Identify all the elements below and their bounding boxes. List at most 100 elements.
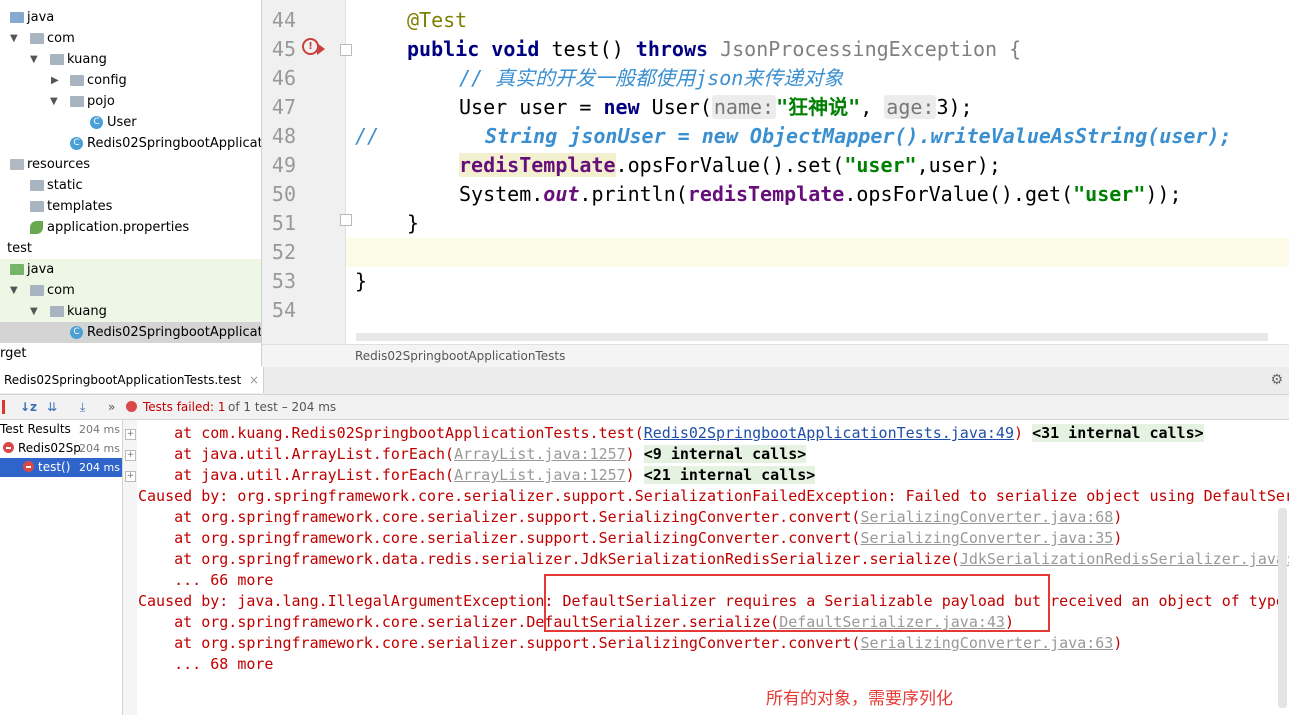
stack-frame-text: ) <box>1113 508 1123 526</box>
close-icon[interactable]: × <box>249 373 259 387</box>
keyword: void <box>491 37 540 61</box>
tree-item-test-com[interactable]: ▼ com <box>0 280 261 301</box>
gear-icon[interactable]: ⚙ <box>1270 367 1283 394</box>
console-line: at org.springframework.core.serializer.s… <box>138 528 1122 549</box>
code-line-53: } <box>355 269 368 293</box>
tree-item-test-kuang[interactable]: ▼ kuang <box>0 301 261 322</box>
tree-item-test[interactable]: test <box>0 238 261 259</box>
expand-icon[interactable]: + <box>125 471 136 482</box>
test-results-root[interactable]: Test Results 204 ms <box>0 420 122 439</box>
code-line-51: } <box>407 211 420 235</box>
chevron-down-icon[interactable]: ▼ <box>50 91 58 112</box>
test-folder-icon <box>10 264 24 275</box>
run-arrow-icon[interactable] <box>317 43 325 55</box>
chevron-right-icon[interactable]: » <box>108 395 115 419</box>
tree-item-java[interactable]: java <box>0 7 261 28</box>
console-line: ... 68 more <box>138 655 274 673</box>
breadcrumb-item[interactable]: Redis02SpringbootApplicationTests <box>355 345 565 367</box>
source-link[interactable]: SerializingConverter.java:68 <box>860 508 1113 526</box>
console-line: ... 66 more <box>138 571 274 589</box>
tree-item-target[interactable]: rget <box>0 343 261 364</box>
exception-type: JsonProcessingException { <box>708 37 1022 61</box>
test-class-node[interactable]: Redis02Sp 204 ms <box>0 439 122 458</box>
expand-icon[interactable]: + <box>125 450 136 461</box>
line-number: 51 <box>271 211 296 235</box>
console-line: at org.springframework.core.serializer.s… <box>138 633 1122 654</box>
run-tool-window-header: Redis02SpringbootApplicationTests.test ×… <box>0 367 1289 395</box>
stack-frame-text: at org.springframework.data.redis.serial… <box>138 550 960 568</box>
code-line-48: String jsonUser = new ObjectMapper().wri… <box>485 124 1232 148</box>
keyword: throws <box>635 37 709 61</box>
tree-item-config[interactable]: ▶ config <box>0 70 261 91</box>
tree-item-static[interactable]: static <box>0 175 261 196</box>
tree-item-com[interactable]: ▼ com <box>0 28 261 49</box>
test-method-node[interactable]: test() 204 ms <box>0 458 122 477</box>
expand-all-icon[interactable]: ⤓ <box>80 395 85 419</box>
tree-item-application-properties[interactable]: application.properties <box>0 217 261 238</box>
line-number: 53 <box>271 269 296 293</box>
test-duration: 204 ms <box>79 423 120 436</box>
code-line-50: System.out.println(redisTemplate.opsForV… <box>459 180 1182 209</box>
chevron-right-icon[interactable]: ▶ <box>51 70 59 91</box>
fold-marker-icon[interactable] <box>340 44 352 56</box>
code-text: User( <box>639 95 712 119</box>
source-link[interactable]: JdkSerializationRedisSerializer.java: <box>960 550 1289 568</box>
test-node-label: Redis02Sp <box>18 441 81 455</box>
line-number: 47 <box>271 95 296 119</box>
internal-calls-fold[interactable]: <9 internal calls> <box>643 445 807 463</box>
internal-calls-fold[interactable]: <31 internal calls> <box>1032 424 1204 442</box>
console-vertical-scrollbar[interactable] <box>1278 508 1287 708</box>
stack-frame-text: at com.kuang.Redis02SpringbootApplicatio… <box>138 424 644 442</box>
console-line: at org.springframework.core.serializer.s… <box>138 507 1122 528</box>
source-link[interactable]: ArrayList.java:1257 <box>454 466 626 484</box>
code-line-45: public void test() throws JsonProcessing… <box>407 35 1021 64</box>
editor-horizontal-scrollbar[interactable] <box>356 333 1268 341</box>
field-name: redisTemplate <box>459 153 616 177</box>
source-link[interactable]: SerializingConverter.java:35 <box>860 529 1113 547</box>
source-link[interactable]: SerializingConverter.java:63 <box>860 634 1113 652</box>
code-text: )); <box>1145 182 1182 206</box>
tree-item-application[interactable]: C Redis02SpringbootApplication <box>0 133 261 154</box>
package-icon <box>30 285 44 296</box>
folder-icon <box>10 12 24 23</box>
code-text: .opsForValue().set( <box>615 153 845 177</box>
spring-class-icon: C <box>70 137 83 150</box>
tree-item-resources[interactable]: resources <box>0 154 261 175</box>
stack-frame-text: ) <box>1113 634 1123 652</box>
run-tab[interactable]: Redis02SpringbootApplicationTests.test × <box>0 367 265 393</box>
stack-frame-text: ) <box>625 466 644 484</box>
fold-marker-icon[interactable] <box>340 214 352 226</box>
test-duration: 204 ms <box>79 461 120 474</box>
tree-item-pojo[interactable]: ▼ pojo <box>0 91 261 112</box>
chevron-down-icon[interactable]: ▼ <box>10 280 18 301</box>
code-text: .println( <box>579 182 688 206</box>
chevron-down-icon[interactable]: ▼ <box>30 301 38 322</box>
sort-by-duration-icon[interactable]: ⇊ <box>47 395 57 419</box>
internal-calls-fold[interactable]: <21 internal calls> <box>643 466 816 484</box>
test-class-icon: C <box>70 326 83 339</box>
tests-failed-text: Tests failed: <box>143 400 214 414</box>
code-text: 3); <box>936 95 973 119</box>
tree-item-application-tests[interactable]: C Redis02SpringbootApplication <box>0 322 261 343</box>
expand-icon[interactable]: + <box>125 429 136 440</box>
failed-status-icon <box>126 401 137 412</box>
folder-icon <box>30 180 44 191</box>
tree-item-templates[interactable]: templates <box>0 196 261 217</box>
package-icon <box>30 33 44 44</box>
source-link[interactable]: ArrayList.java:1257 <box>454 445 626 463</box>
chevron-down-icon[interactable]: ▼ <box>10 28 18 49</box>
line-number: 44 <box>271 8 296 32</box>
source-link[interactable]: Redis02SpringbootApplicationTests.java:4… <box>644 424 1014 442</box>
tree-item-user[interactable]: C User <box>0 112 261 133</box>
chevron-down-icon[interactable]: ▼ <box>30 49 38 70</box>
tree-item-test-java[interactable]: java <box>0 259 261 280</box>
tests-failed-count: 1 <box>217 400 226 414</box>
console-line: at com.kuang.Redis02SpringbootApplicatio… <box>138 423 1204 444</box>
failed-status-icon <box>3 442 14 453</box>
tree-item-kuang[interactable]: ▼ kuang <box>0 49 261 70</box>
run-tab-title: Redis02SpringbootApplicationTests.test <box>4 373 242 387</box>
rerun-icon[interactable] <box>2 400 5 414</box>
sort-alphabetically-icon[interactable]: ↓z <box>20 395 37 419</box>
line-number: 48 <box>271 124 296 148</box>
highlight-box <box>544 574 1050 632</box>
